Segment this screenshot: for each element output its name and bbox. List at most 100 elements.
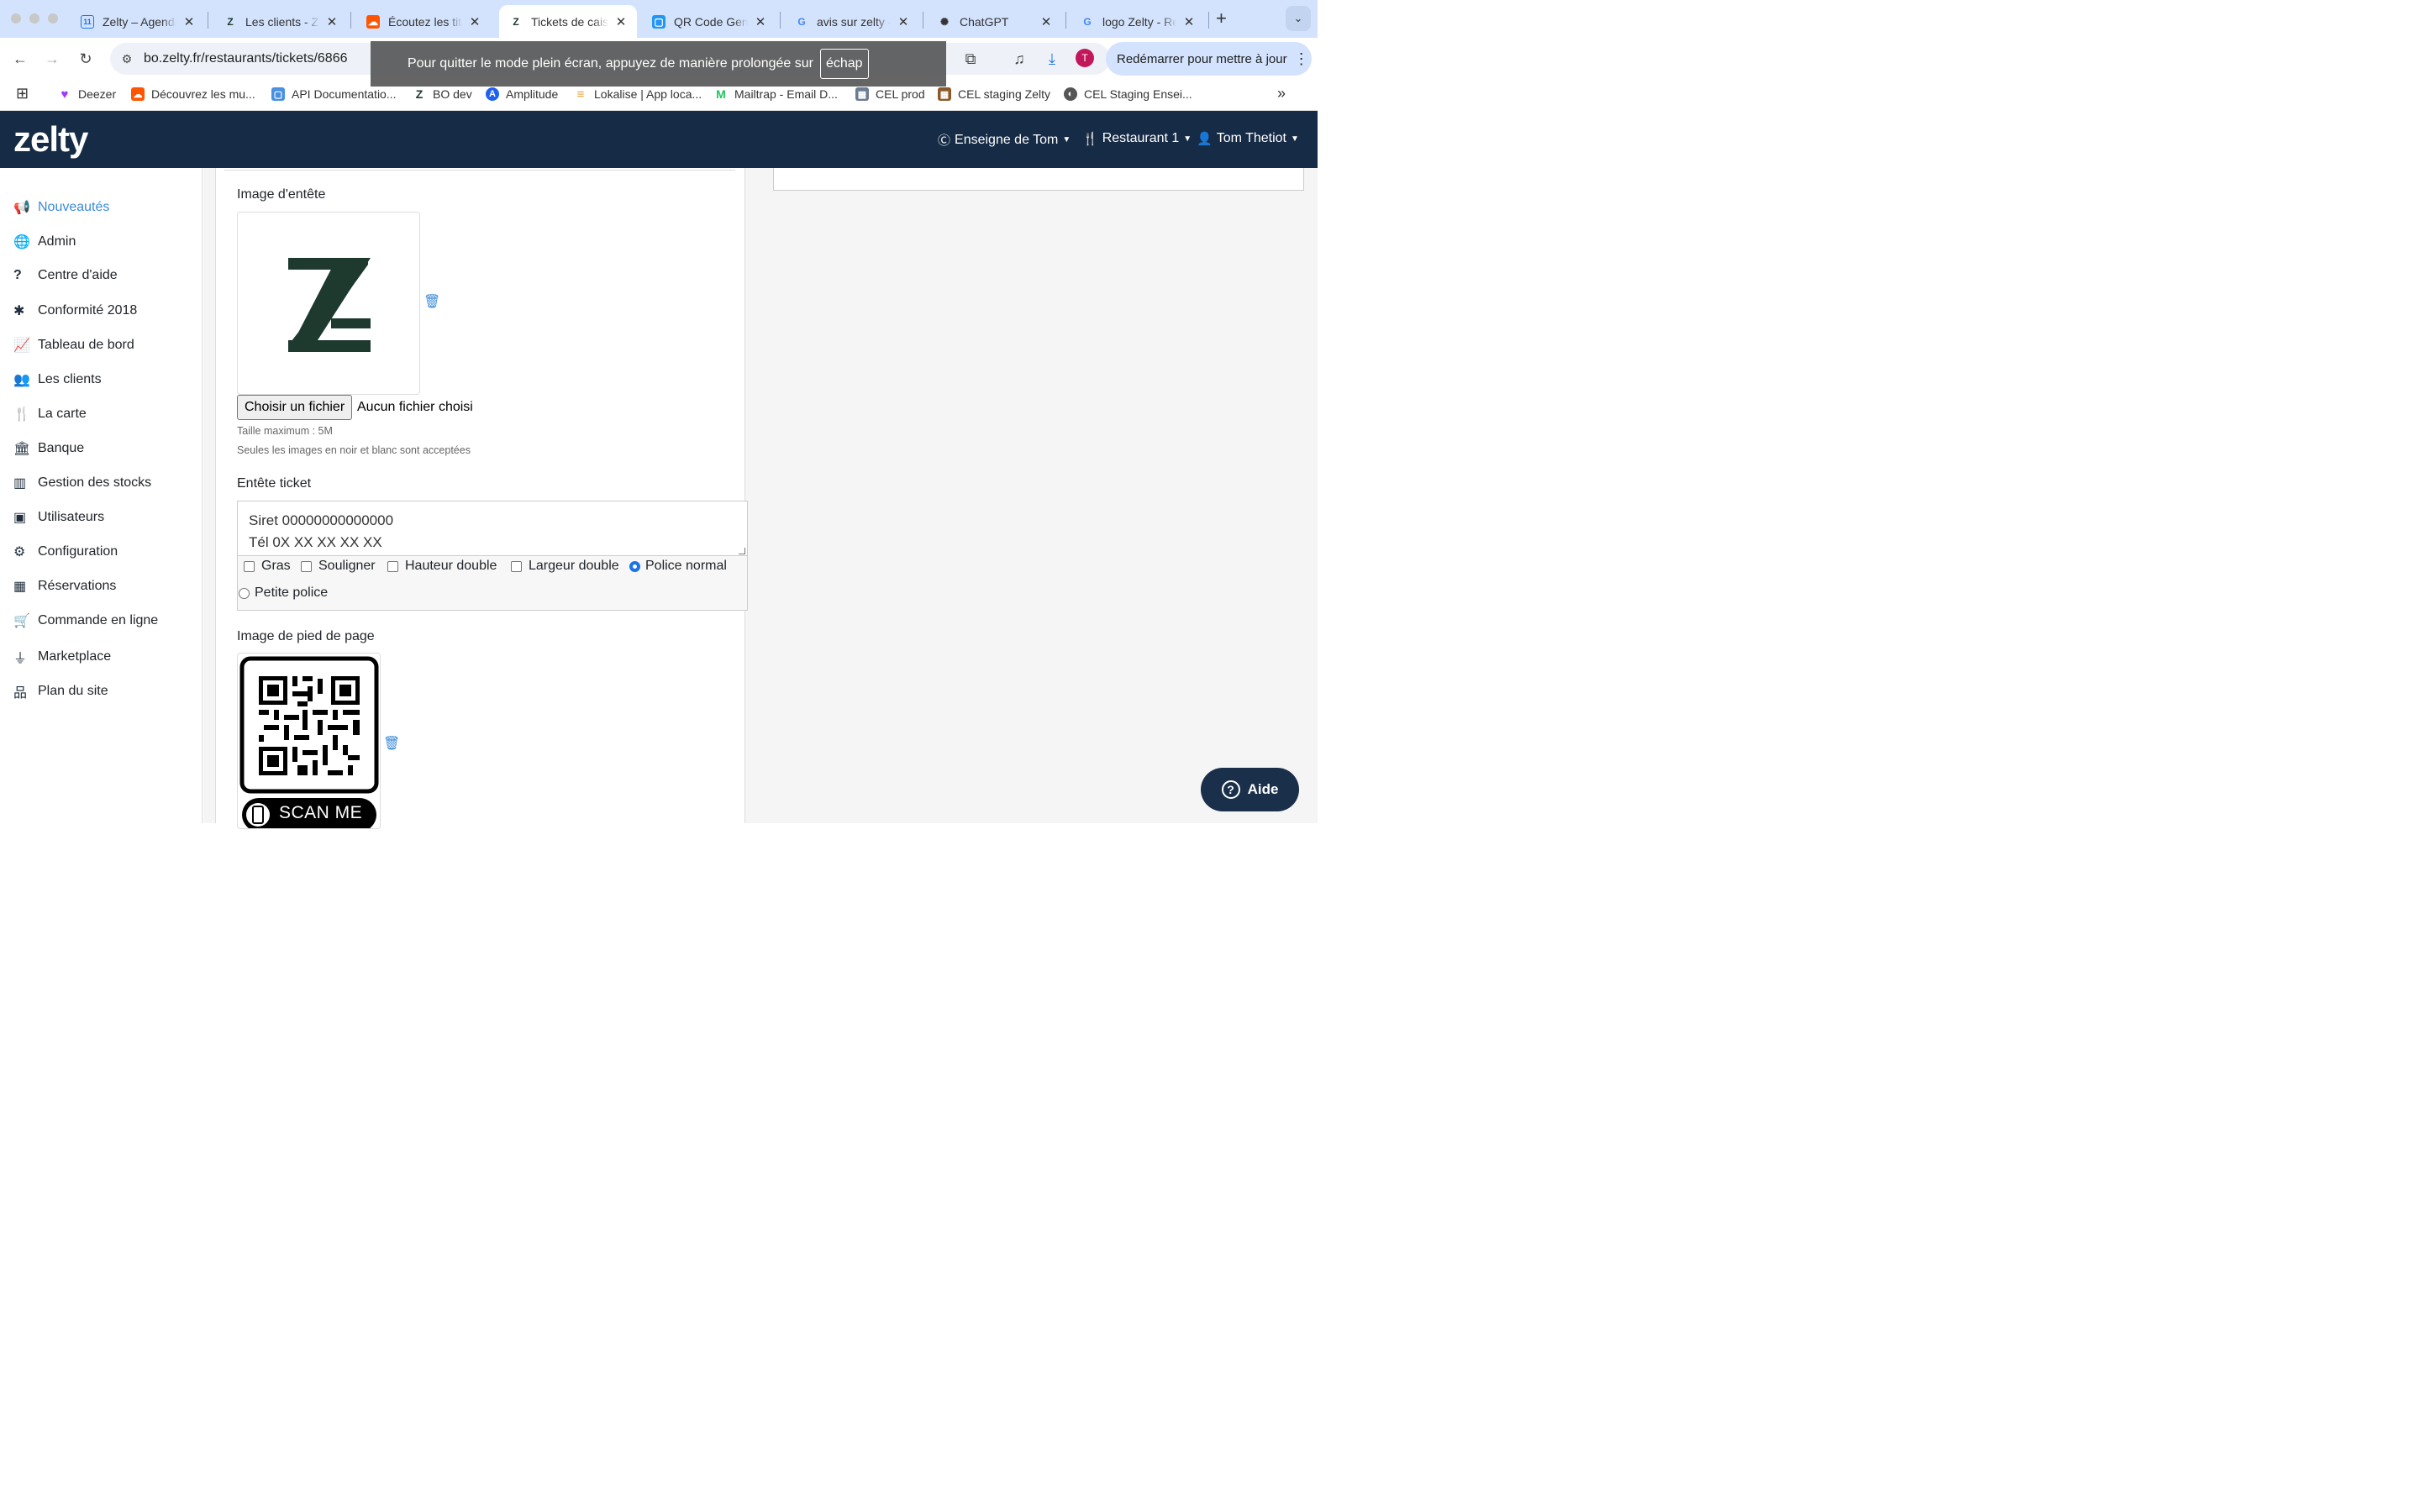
bookmark-favicon-icon: ▦ — [938, 87, 951, 101]
sidebar-item-plan-du-site[interactable]: 品 Plan du site — [13, 681, 108, 701]
close-window-button[interactable] — [11, 13, 21, 24]
new-tab-button[interactable]: + — [1216, 8, 1227, 29]
browser-tab[interactable]: ✺ ChatGPT ✕ — [928, 5, 1062, 38]
profile-avatar[interactable]: T — [1076, 49, 1094, 67]
bookmark-item[interactable]: ♥ Deezer — [58, 87, 117, 102]
browser-tab[interactable]: Z Les clients - Zelty ✕ — [213, 5, 348, 38]
sidebar-item-label: Les clients — [38, 372, 102, 386]
tab-close-icon[interactable]: ✕ — [613, 14, 629, 29]
double-width-checkbox[interactable]: Largeur double — [511, 559, 619, 574]
browser-tab[interactable]: G logo Zelty - Recherche ✕ — [1071, 5, 1205, 38]
checkbox-box[interactable] — [301, 560, 312, 572]
tab-close-icon[interactable]: ✕ — [182, 14, 197, 29]
radio-button-selected[interactable] — [629, 560, 640, 572]
app-header: zelty Ⓒ Enseigne de Tom ▼ 🍴 Restaurant 1… — [0, 111, 1318, 168]
checkbox-box[interactable] — [387, 560, 398, 572]
tab-close-icon[interactable]: ✕ — [1181, 14, 1197, 29]
restart-update-button[interactable]: Redémarrer pour mettre à jour ⋮ — [1106, 42, 1312, 76]
bookmark-item[interactable]: ▦ CEL staging Zelty — [938, 87, 1050, 101]
tab-close-icon[interactable]: ✕ — [896, 14, 911, 29]
delete-header-image-trash-icon[interactable]: 🗑 — [424, 293, 440, 310]
tab-close-icon[interactable]: ✕ — [324, 14, 339, 29]
plug-icon: ⏚ — [13, 652, 28, 666]
small-font-radio[interactable]: Petite police — [239, 585, 328, 601]
media-controls-icon[interactable]: ♫ — [1008, 48, 1030, 70]
bookmark-item[interactable]: ▢ API Documentatio... — [271, 87, 397, 101]
sidebar-item-les-clients[interactable]: 👥 Les clients — [13, 371, 102, 388]
bold-checkbox[interactable]: Gras — [244, 559, 291, 574]
tab-close-icon[interactable]: ✕ — [467, 14, 482, 29]
ticket-header-textarea[interactable]: Siret 00000000000000 Tél 0X XX XX XX XX — [238, 501, 747, 556]
apps-grid-icon[interactable]: ⊞ — [16, 85, 29, 102]
sidebar-item-label: Conformité 2018 — [38, 303, 138, 318]
browser-tab-active[interactable]: Z Tickets de caisse ✕ — [499, 5, 637, 38]
browser-tab[interactable]: G avis sur zelty - ✕ — [785, 5, 919, 38]
download-icon[interactable]: ⤓ — [1041, 48, 1063, 70]
sidebar-item-nouveautes[interactable]: 📢 Nouveautés — [13, 199, 109, 216]
sidebar-item-commande-en-ligne[interactable]: 🛒 Commande en ligne — [13, 612, 158, 629]
tab-close-icon[interactable]: ✕ — [1039, 14, 1054, 29]
tab-favicon-icon: 11 — [81, 14, 94, 29]
kebab-menu-icon[interactable]: ⋮ — [1294, 50, 1309, 68]
reload-icon[interactable]: ↻ — [75, 48, 97, 70]
help-button-label: Aide — [1247, 781, 1279, 797]
url-text[interactable]: bo.zelty.fr/restaurants/tickets/6866 — [144, 51, 347, 66]
checkbox-box[interactable] — [511, 560, 522, 572]
sidebar-item-configuration[interactable]: ⚙ Configuration — [13, 543, 118, 560]
tab-search-chevron-icon[interactable]: ⌄ — [1286, 6, 1311, 31]
browser-tab[interactable]: ▢ QR Code Generator ✕ — [642, 5, 776, 38]
maximize-window-button[interactable] — [48, 13, 58, 24]
bookmark-item[interactable]: ☁ Découvrez les mu... — [131, 87, 255, 101]
browser-tab[interactable]: ☁ Écoutez les titres ✕ — [356, 5, 491, 38]
sidebar-item-marketplace[interactable]: ⏚ Marketplace — [13, 647, 111, 667]
sidebar-item-reservations[interactable]: ▦ Réservations — [13, 578, 116, 595]
user-menu[interactable]: 👤 Tom Thetiot ▼ — [1197, 131, 1299, 146]
sidebar-item-gestion-stocks[interactable]: ▥ Gestion des stocks — [13, 475, 151, 491]
help-button[interactable]: ? Aide — [1201, 768, 1299, 811]
radio-button[interactable] — [239, 587, 250, 599]
textarea-resize-handle[interactable] — [739, 548, 745, 554]
bookmark-label: CEL Staging Ensei... — [1084, 87, 1192, 101]
back-arrow-icon[interactable]: ← — [9, 48, 31, 70]
bookmark-label: CEL staging Zelty — [958, 87, 1050, 101]
sidebar-item-centre-aide[interactable]: ? Centre d'aide — [13, 268, 118, 283]
bookmarks-overflow-icon[interactable]: » — [1277, 85, 1286, 102]
forward-arrow-icon[interactable]: → — [41, 48, 63, 70]
bookmark-item[interactable]: ▦ CEL prod — [855, 87, 925, 101]
sidebar-item-la-carte[interactable]: 🍴 La carte — [13, 406, 87, 423]
site-settings-icon[interactable]: ⚙ — [117, 50, 137, 68]
minimize-window-button[interactable] — [29, 13, 39, 24]
sidebar-item-label: Banque — [38, 441, 85, 455]
tab-close-icon[interactable]: ✕ — [753, 14, 768, 29]
bookmark-item[interactable]: A Amplitude — [486, 87, 558, 101]
underline-checkbox[interactable]: Souligner — [301, 559, 376, 574]
question-circle-icon: ? — [1221, 780, 1240, 799]
extensions-icon[interactable]: ⧉ — [960, 48, 981, 70]
delete-footer-image-trash-icon[interactable]: 🗑 — [383, 735, 400, 752]
sidebar-item-banque[interactable]: 🏛 Banque — [13, 440, 84, 457]
sidebar-item-label: Tableau de bord — [38, 338, 134, 352]
sidebar-item-tableau-de-bord[interactable]: 📈 Tableau de bord — [13, 337, 134, 354]
bookmark-item[interactable]: Z BO dev — [413, 87, 472, 101]
normal-font-option-label: Police normal — [645, 559, 727, 573]
checkbox-box[interactable] — [244, 560, 255, 572]
browser-tab[interactable]: 11 Zelty – Agenda ✕ — [71, 5, 205, 38]
sidebar-item-label: Gestion des stocks — [38, 475, 152, 490]
sidebar-item-utilisateurs[interactable]: ▣ Utilisateurs — [13, 509, 104, 526]
bookmark-item[interactable]: ≡ Lokalise | App loca... — [574, 87, 702, 102]
sidebar-item-admin[interactable]: 🌐 Admin — [13, 234, 76, 250]
zelty-logo[interactable]: zelty — [13, 119, 88, 160]
normal-font-radio[interactable]: Police normal — [629, 559, 727, 574]
bookmark-item[interactable]: ◐ CEL Staging Ensei... — [1064, 87, 1192, 101]
brand-menu[interactable]: Ⓒ Enseigne de Tom ▼ — [938, 131, 1071, 149]
bold-option-label: Gras — [261, 559, 291, 573]
bookmark-item[interactable]: M Mailtrap - Email D... — [714, 87, 838, 101]
sidebar-item-conformite[interactable]: ✱ Conformité 2018 — [13, 302, 137, 319]
bookmark-favicon-icon: M — [716, 87, 726, 101]
choose-file-button[interactable]: Choisir un fichier — [237, 395, 353, 420]
restaurant-menu[interactable]: 🍴 Restaurant 1 ▼ — [1082, 131, 1192, 146]
tab-title: logo Zelty - Recherche — [1102, 14, 1176, 29]
bookmark-label: BO dev — [433, 87, 472, 101]
small-font-option-label: Petite police — [255, 585, 329, 600]
double-height-checkbox[interactable]: Hauteur double — [387, 559, 497, 574]
